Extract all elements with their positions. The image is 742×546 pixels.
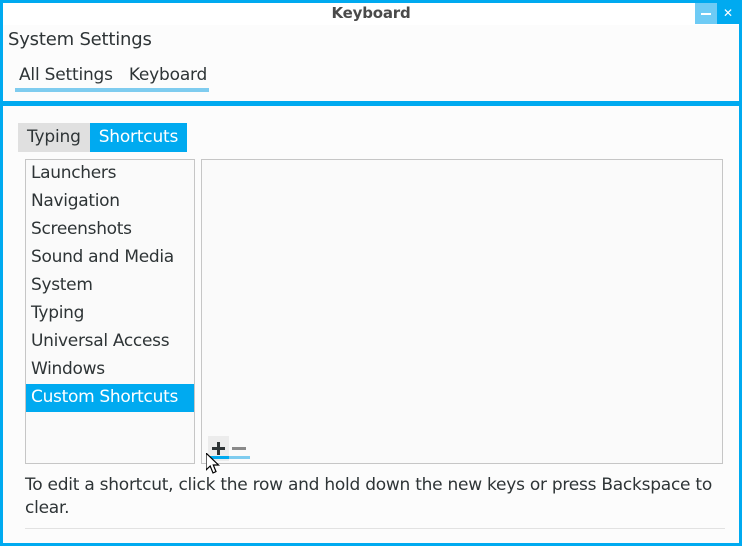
app-name-label: System Settings [8,29,152,50]
content-pane: Typing Shortcuts Launchers Navigation Sc… [3,106,739,543]
sidebar-item-windows[interactable]: Windows [26,356,194,384]
sidebar-item-launchers[interactable]: Launchers [26,160,194,188]
close-icon: ✕ [722,6,734,20]
minimize-button[interactable] [695,3,717,24]
titlebar: Keyboard ✕ [3,3,739,26]
tab-shortcuts[interactable]: Shortcuts [89,123,188,152]
nav-tab-keyboard[interactable]: Keyboard [125,65,211,85]
minus-icon [232,447,246,450]
sidebar-item-custom-shortcuts[interactable]: Custom Shortcuts [26,384,194,412]
sidebar-item-screenshots[interactable]: Screenshots [26,216,194,244]
shortcut-categories-list[interactable]: Launchers Navigation Screenshots Sound a… [25,159,195,464]
keyboard-settings-window: Keyboard ✕ System Settings All Settings K… [0,0,742,546]
sidebar-item-system[interactable]: System [26,272,194,300]
toolbar-underline-active [208,456,229,459]
sidebar-item-universal-access[interactable]: Universal Access [26,328,194,356]
app-header: System Settings All Settings Keyboard [3,25,739,103]
help-text: To edit a shortcut, click the row and ho… [25,475,712,518]
minimize-icon [701,13,711,15]
content-divider [25,528,725,529]
sidebar-item-typing[interactable]: Typing [26,300,194,328]
mode-switcher: Typing Shortcuts [18,123,188,152]
window-title: Keyboard [331,4,411,22]
shortcuts-list[interactable] [201,159,723,464]
close-button[interactable]: ✕ [717,3,739,24]
toolbar-underline-inactive [229,456,250,459]
sidebar-item-sound-and-media[interactable]: Sound and Media [26,244,194,272]
tab-typing[interactable]: Typing [18,123,90,152]
sidebar-item-navigation[interactable]: Navigation [26,188,194,216]
plus-icon-vertical [217,442,220,455]
nav-tab-all-settings[interactable]: All Settings [15,65,117,85]
nav-underline [15,88,209,92]
